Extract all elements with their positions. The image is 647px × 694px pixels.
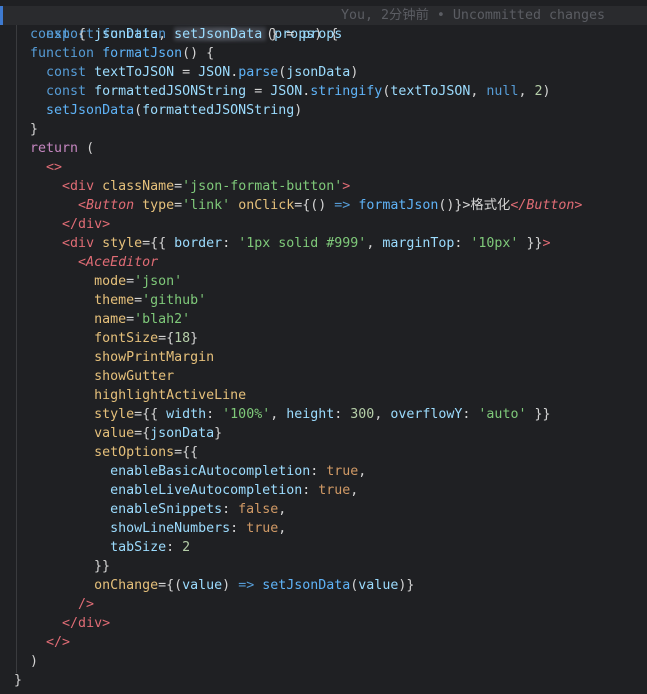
- code-line-10[interactable]: <div className='json-format-button'>: [0, 177, 647, 196]
- code-line-19[interactable]: showPrintMargin: [0, 348, 647, 367]
- code-line-6[interactable]: setJsonData(formattedJSONString): [0, 101, 647, 120]
- code-line-23[interactable]: value={jsonData}: [0, 424, 647, 443]
- button-label-text: 格式化: [470, 198, 511, 213]
- code-line-18[interactable]: fontSize={18}: [0, 329, 647, 348]
- code-line-31[interactable]: onChange={(value) => setJsonData(value)}: [0, 576, 647, 595]
- code-line-34[interactable]: </>: [0, 633, 647, 652]
- code-line-33[interactable]: </div>: [0, 614, 647, 633]
- code-line-3[interactable]: function formatJson() {: [0, 44, 647, 63]
- code-line-2[interactable]: const { jsonData, setJsonData } = props: [0, 25, 647, 44]
- code-line-22[interactable]: style={{ width: '100%', height: 300, ove…: [0, 405, 647, 424]
- code-line-8[interactable]: return (: [0, 139, 647, 158]
- code-line-29[interactable]: tabSize: 2: [0, 538, 647, 557]
- code-line-14[interactable]: <AceEditor: [0, 253, 647, 272]
- code-line-20[interactable]: showGutter: [0, 367, 647, 386]
- code-line-35[interactable]: ): [0, 652, 647, 671]
- code-line-7[interactable]: }: [0, 120, 647, 139]
- code-line-28[interactable]: showLineNumbers: true,: [0, 519, 647, 538]
- code-line-9[interactable]: <>: [0, 158, 647, 177]
- code-line-17[interactable]: name='blah2': [0, 310, 647, 329]
- code-line-4[interactable]: const textToJSON = JSON.parse(jsonData): [0, 63, 647, 82]
- code-editor[interactable]: export function (props) {You, 2分钟前 • Unc…: [0, 0, 647, 694]
- code-line-21[interactable]: highlightActiveLine: [0, 386, 647, 405]
- code-line-25[interactable]: enableBasicAutocompletion: true,: [0, 462, 647, 481]
- code-line-13[interactable]: <div style={{ border: '1px solid #999', …: [0, 234, 647, 253]
- code-line-11[interactable]: <Button type='link' onClick={() => forma…: [0, 196, 647, 215]
- code-line-5[interactable]: const formattedJSONString = JSON.stringi…: [0, 82, 647, 101]
- code-line-15[interactable]: mode='json': [0, 272, 647, 291]
- code-line-30[interactable]: }}: [0, 557, 647, 576]
- code-line-16[interactable]: theme='github': [0, 291, 647, 310]
- git-blame-annotation: You, 2分钟前 • Uncommitted changes: [340, 8, 605, 23]
- code-line-24[interactable]: setOptions={{: [0, 443, 647, 462]
- code-line-27[interactable]: enableSnippets: false,: [0, 500, 647, 519]
- code-line-26[interactable]: enableLiveAutocompletion: true,: [0, 481, 647, 500]
- code-line-12[interactable]: </div>: [0, 215, 647, 234]
- code-line-36[interactable]: }: [0, 671, 647, 690]
- code-line-32[interactable]: />: [0, 595, 647, 614]
- change-indicator: [0, 6, 3, 25]
- code-line-1[interactable]: export function (props) {You, 2分钟前 • Unc…: [0, 6, 647, 42]
